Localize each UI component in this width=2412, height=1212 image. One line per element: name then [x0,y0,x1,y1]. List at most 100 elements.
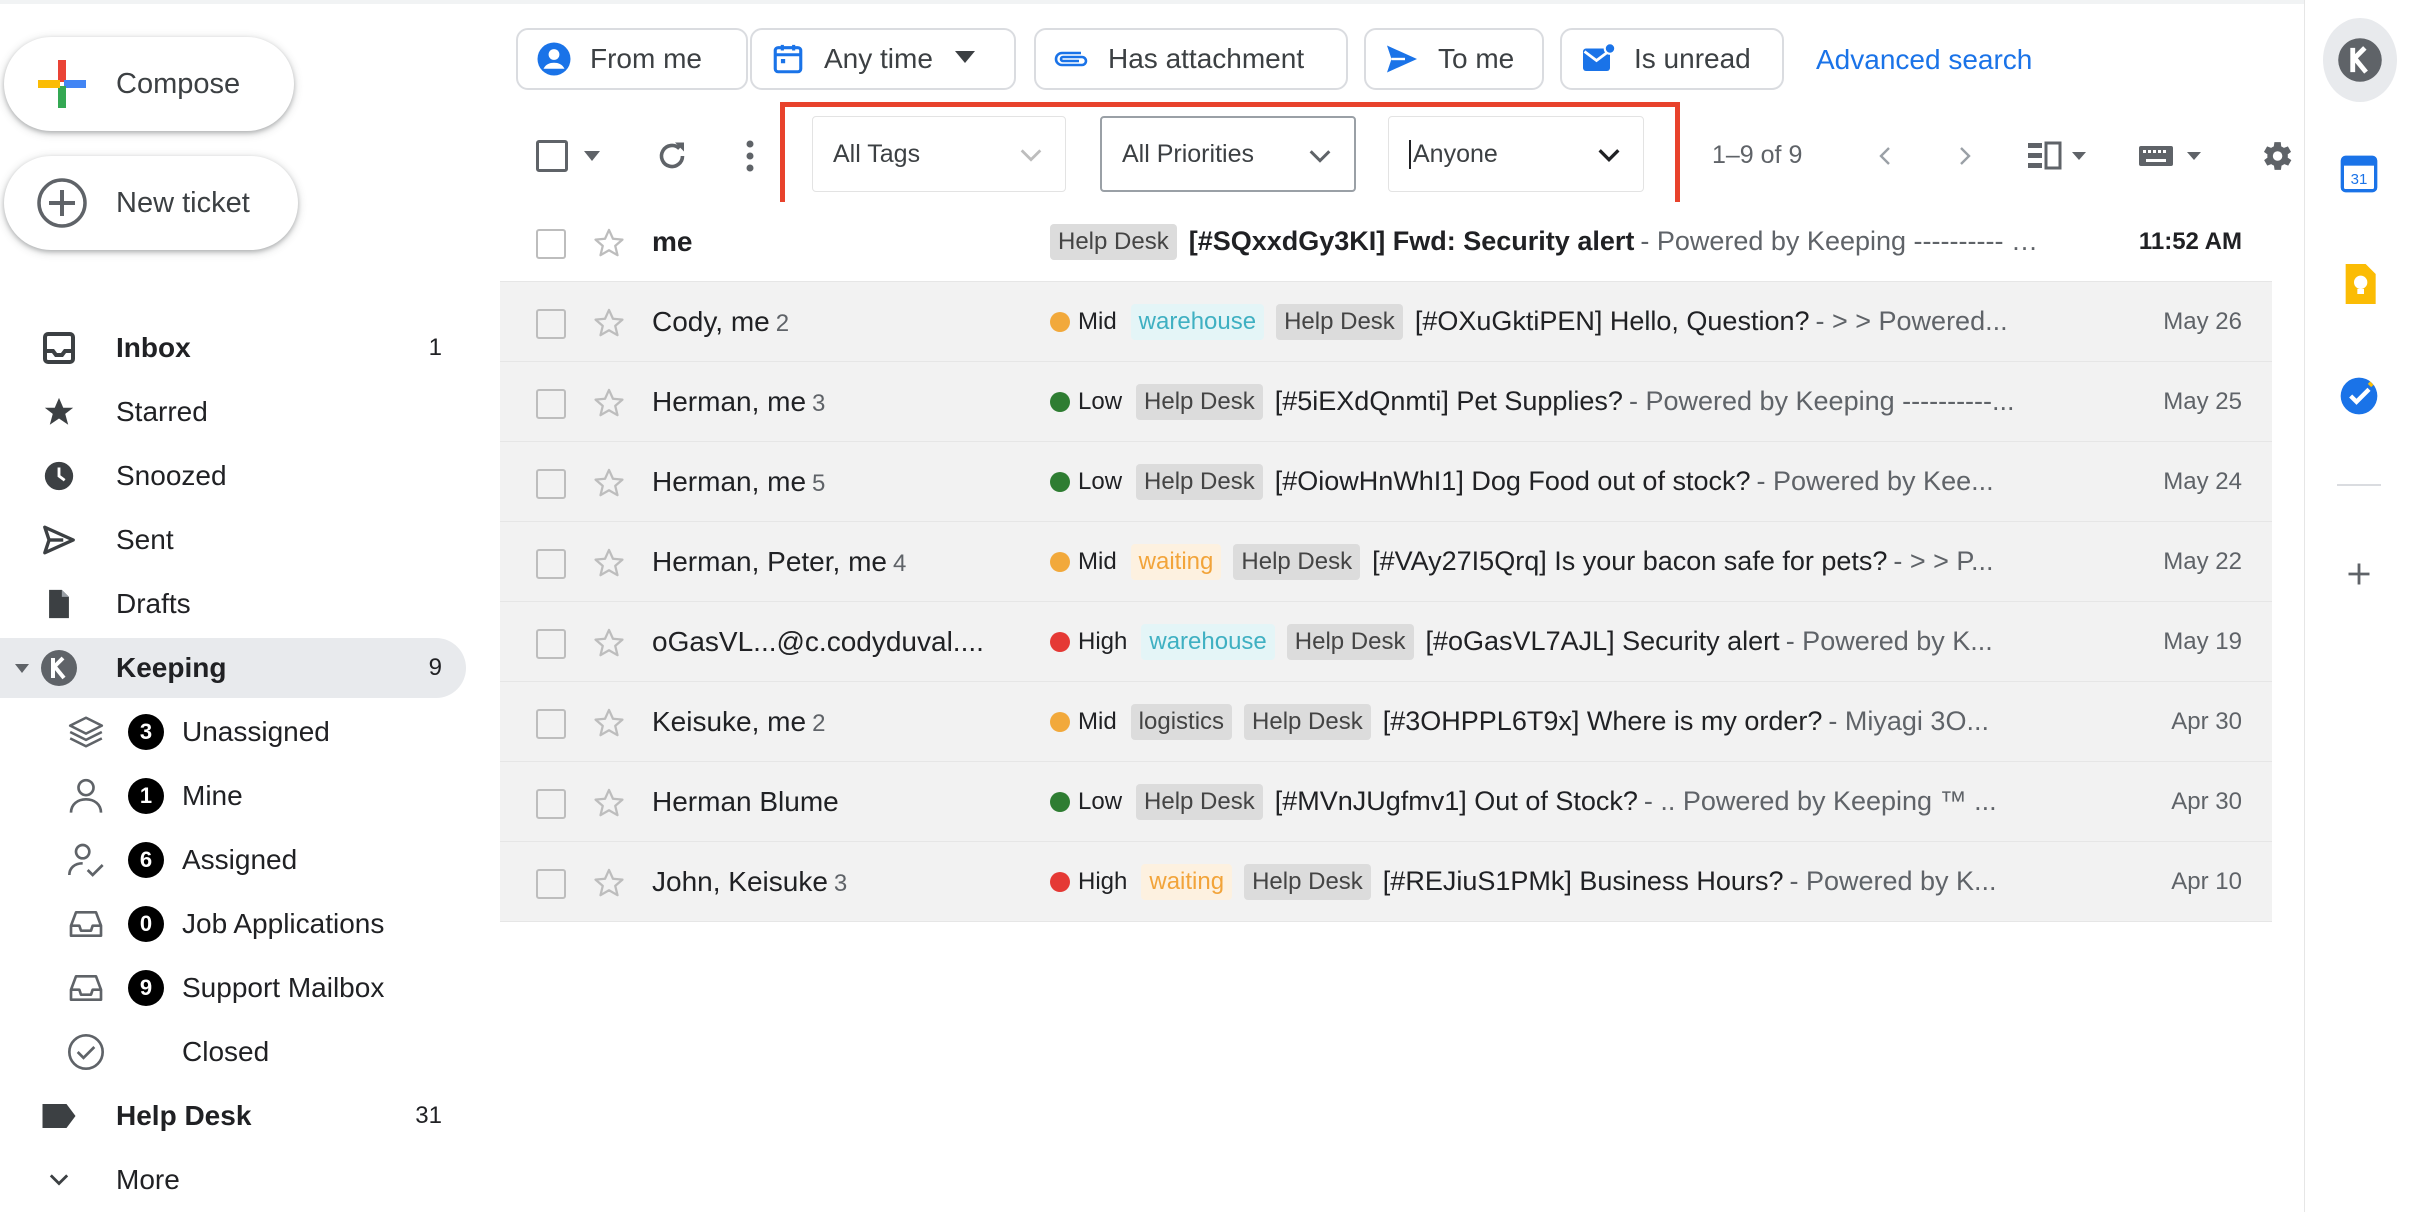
chevron-down-icon [1017,141,1045,174]
sidebar-subitem-mine[interactable]: 1 Mine [0,766,466,826]
tag-label[interactable]: Help Desk [1244,703,1371,740]
email-row[interactable]: Herman, me 5 Low Help Desk [#OiowHnWhI1] Dog… [500,442,2272,522]
keep-notes-icon[interactable] [2333,258,2385,310]
row-checkbox[interactable] [536,549,566,579]
new-ticket-label: New ticket [116,186,250,219]
star-outline-icon[interactable] [592,706,626,740]
email-row[interactable]: Cody, me 2 Mid warehouse Help Desk [#OXuGktiP… [500,282,2272,362]
tag-label[interactable]: logistics [1130,703,1233,740]
priorities-dropdown[interactable]: All Priorities [1100,116,1356,192]
row-checkbox[interactable] [536,229,566,259]
settings-gear-icon[interactable] [2254,134,2298,178]
star-outline-icon[interactable] [592,866,626,900]
sidebar-item-more[interactable]: More [0,1150,466,1210]
priority-label: Low [1078,467,1123,495]
tag-label[interactable]: Help Desk [1276,303,1403,340]
dropdown-arrow-icon [954,50,975,68]
tag-label[interactable]: Help Desk [1050,223,1177,260]
email-row[interactable]: John, Keisuke 3 High waiting Help Desk [#REJi… [500,842,2272,922]
sidebar-subitem-assigned[interactable]: 6 Assigned [0,830,466,890]
email-subject: [#SQxxdGy3KI] Fwd: Security alert [1188,226,1635,256]
email-snippet: - Powered by Keeping ----------... [1628,386,2015,416]
star-outline-icon[interactable] [592,546,626,580]
email-row[interactable]: Herman, me 3 Low Help Desk [#5iEXdQnmti] Pet… [500,362,2272,442]
email-row[interactable]: oGasVL...@c.codyduval.... High warehouse He… [500,602,2272,682]
keyboard-input-icon[interactable] [2136,136,2210,176]
sidebar-item-drafts[interactable]: Drafts [0,574,466,634]
email-row[interactable]: Keisuke, me 2 Mid logistics Help Desk [#3OHPP… [500,682,2272,762]
chip-has-attachment[interactable]: Has attachment [1034,28,1348,90]
chip-is-unread[interactable]: Is unread [1560,28,1784,90]
star-outline-icon[interactable] [592,226,626,260]
tasks-icon[interactable] [2333,370,2385,422]
new-ticket-button[interactable]: New ticket [4,156,298,250]
tag-label[interactable]: Help Desk [1286,623,1414,660]
priority-dot [1050,631,1070,652]
sidebar-item-help-desk[interactable]: Help Desk 31 [0,1086,466,1146]
compose-button[interactable]: Compose [4,37,294,131]
row-checkbox[interactable] [536,869,566,899]
row-checkbox[interactable] [536,629,566,659]
previous-page-icon[interactable] [1866,136,1906,176]
assignee-dropdown[interactable]: Anyone [1388,116,1644,192]
advanced-search-link[interactable]: Advanced search [1816,44,2032,76]
sidebar-subitem-unassigned[interactable]: 3 Unassigned [0,702,466,762]
add-addon-icon[interactable] [2333,548,2385,600]
sidebar-subitem-support-mailbox[interactable]: 9 Support Mailbox [0,958,466,1018]
tag-label[interactable]: Help Desk [1136,783,1263,820]
email-row[interactable]: Herman Blume Low Help Desk [#MVnJUgfmv1] Ou… [500,762,2272,842]
tag-label[interactable]: Help Desk [1244,863,1371,900]
email-snippet: - > > P... [1893,546,1994,576]
tag-label[interactable]: Help Desk [1233,543,1361,580]
keeping-addon-icon[interactable] [2323,18,2397,102]
help-desk-count: 31 [415,1102,442,1129]
email-row[interactable]: me Help Desk [#SQxxdGy3KI] Fwd: Security a… [500,202,2272,282]
side-panel-divider [2337,484,2381,486]
sidebar-item-starred[interactable]: Starred [0,382,466,442]
star-outline-icon[interactable] [592,306,626,340]
tags-dropdown[interactable]: All Tags [812,116,1066,192]
refresh-icon[interactable] [650,134,694,178]
chip-from-me[interactable]: From me [516,28,748,90]
star-outline-icon[interactable] [592,386,626,420]
next-page-icon[interactable] [1944,136,1984,176]
priority-label: Low [1078,787,1123,815]
sidebar-item-sent[interactable]: Sent [0,510,466,570]
more-options-icon[interactable] [730,134,770,178]
split-pane-toggle-icon[interactable] [2024,136,2092,176]
page-range: 1–9 of 9 [1712,141,1803,169]
row-checkbox[interactable] [536,789,566,819]
tag-label[interactable]: warehouse [1130,303,1265,340]
sidebar-item-label: Starred [116,396,208,427]
star-outline-icon[interactable] [592,626,626,660]
sidebar-item-inbox[interactable]: Inbox 1 [0,318,466,378]
select-all-checkbox[interactable] [534,138,570,174]
select-options-dropdown-icon[interactable] [580,146,604,166]
row-checkbox[interactable] [536,469,566,499]
row-checkbox[interactable] [536,709,566,739]
tag-label[interactable]: Help Desk [1136,383,1263,420]
tag-label[interactable]: waiting [1130,543,1222,580]
email-row[interactable]: Herman, Peter, me 4 Mid waiting Help Desk [#V… [500,522,2272,602]
email-content: High waiting Help Desk [#REJiuS1PMk] Busine… [1050,863,2052,900]
tag-label[interactable]: waiting [1141,863,1233,900]
row-checkbox[interactable] [536,389,566,419]
chip-to-me[interactable]: To me [1364,28,1544,90]
tray-icon [66,968,106,1008]
email-date: May 26 [2163,307,2242,335]
star-outline-icon[interactable] [592,786,626,820]
sidebar-item-keeping[interactable]: Keeping 9 [0,638,466,698]
sidebar-item-snoozed[interactable]: Snoozed [0,446,466,506]
sidebar-subitem-closed[interactable]: Closed [0,1022,466,1082]
star-outline-icon[interactable] [592,466,626,500]
account-circle-icon [534,39,574,79]
sidebar-subitem-job-applications[interactable]: 0 Job Applications [0,894,466,954]
star-icon [40,393,78,431]
expand-arrow-icon [14,660,30,681]
tag-label[interactable]: warehouse [1141,623,1275,660]
send-icon [1382,39,1422,79]
chip-any-time[interactable]: Any time [750,28,1016,90]
row-checkbox[interactable] [536,309,566,339]
calendar-app-icon[interactable]: 31 [2333,148,2385,200]
tag-label[interactable]: Help Desk [1136,463,1263,500]
